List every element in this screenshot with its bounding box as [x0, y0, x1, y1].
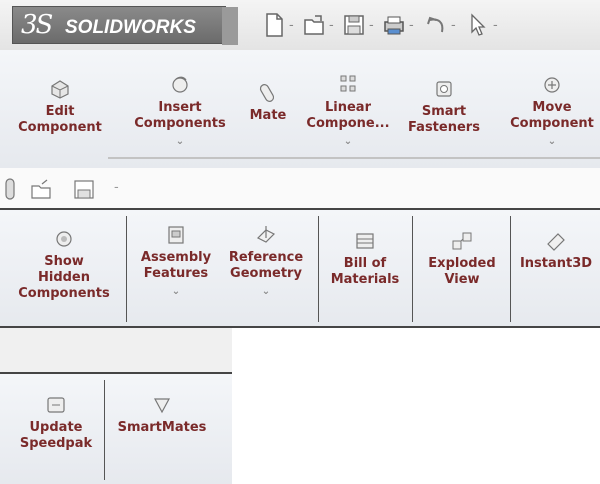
smart-fasteners-icon: [436, 81, 452, 97]
linear-component-dropdown[interactable]: ⌄: [302, 134, 394, 150]
reference-geometry-button[interactable]: Reference Geometry ⌄: [220, 224, 312, 300]
dropdown-arrow[interactable]: -: [114, 180, 119, 195]
assembly-features-icon: [168, 226, 184, 244]
smart-fasteners-label: Smart Fasteners: [408, 104, 480, 135]
open-file-icon: [304, 15, 324, 35]
new-document-icon: [266, 13, 283, 37]
solidworks-logo-text: SOLIDWORKS: [65, 17, 196, 38]
smart-fasteners-button[interactable]: Smart Fasteners: [406, 78, 482, 136]
assembly-features-label: Assembly Features: [140, 250, 212, 281]
open-folder-icon[interactable]: [30, 178, 54, 200]
reference-geometry-icon: [256, 226, 276, 243]
menu-expand-handle[interactable]: [222, 7, 238, 45]
separator: [104, 380, 105, 480]
reference-geometry-label: Reference Geometry: [228, 250, 304, 281]
open-file-button[interactable]: -: [302, 10, 334, 40]
separator: [126, 216, 127, 322]
dropdown-arrow[interactable]: -: [329, 18, 334, 33]
show-hidden-components-button[interactable]: Show Hidden Components: [8, 228, 120, 302]
bill-of-materials-icon: [356, 233, 374, 249]
assembly-commandmanager-row-2: Show Hidden Components Assembly Features…: [0, 210, 600, 328]
save-icon[interactable]: [72, 178, 96, 200]
move-component-label: Move Component: [510, 100, 594, 131]
update-speedpak-button[interactable]: Update Speedpak: [10, 394, 102, 452]
linear-component-pattern-label: Linear Compone...: [306, 100, 390, 131]
assembly-features-dropdown[interactable]: ⌄: [128, 284, 224, 300]
select-arrow-icon: [471, 13, 486, 36]
undo-icon: [427, 16, 444, 33]
linear-component-pattern-button[interactable]: Linear Compone... ⌄: [302, 74, 394, 150]
ribbon-blank-strip: [0, 328, 232, 372]
mate-icon: [259, 84, 275, 102]
title-bar: 3S SOLIDWORKS - - - - - -: [0, 0, 600, 50]
show-hidden-components-icon: [56, 231, 72, 247]
paperclip-icon[interactable]: [4, 178, 16, 200]
assembly-commandmanager-row: Edit Component Insert Components ⌄ Mate …: [0, 50, 600, 168]
edit-component-button[interactable]: Edit Component: [12, 78, 108, 136]
save-icon: [344, 15, 364, 35]
assembly-features-button[interactable]: Assembly Features ⌄: [128, 224, 224, 300]
mate-button[interactable]: Mate: [240, 82, 296, 124]
new-document-button[interactable]: -: [262, 10, 294, 40]
solidworks-logo[interactable]: 3S SOLIDWORKS: [12, 6, 238, 45]
edit-component-label: Edit Component: [18, 104, 102, 135]
exploded-view-button[interactable]: Exploded View: [414, 230, 510, 288]
separator: [510, 216, 511, 322]
bill-of-materials-label: Bill of Materials: [330, 256, 400, 287]
update-speedpak-label: Update Speedpak: [19, 420, 93, 451]
mate-label: Mate: [249, 108, 287, 123]
linear-pattern-icon: [340, 75, 356, 92]
dropdown-arrow[interactable]: -: [409, 18, 414, 33]
solidworks-logo-glyph: 3S: [21, 10, 53, 40]
reference-geometry-dropdown[interactable]: ⌄: [220, 284, 312, 300]
move-component-button[interactable]: Move Component ⌄: [504, 74, 600, 150]
insert-components-button[interactable]: Insert Components ⌄: [124, 74, 236, 150]
dropdown-arrow[interactable]: -: [289, 18, 294, 33]
print-icon: [384, 16, 404, 35]
undo-button[interactable]: -: [424, 10, 456, 40]
update-speedpak-icon: [47, 397, 65, 413]
dropdown-arrow[interactable]: -: [493, 18, 498, 33]
separator: [318, 216, 319, 322]
move-component-dropdown[interactable]: ⌄: [504, 134, 600, 150]
smartmates-label: SmartMates: [117, 420, 207, 435]
insert-components-label: Insert Components: [134, 100, 226, 131]
edit-component-icon: [51, 80, 69, 99]
move-component-icon: [544, 77, 560, 93]
exploded-view-label: Exploded View: [428, 256, 496, 287]
instant3d-label: Instant3D: [519, 256, 593, 271]
smartmates-icon: [153, 398, 171, 414]
save-button[interactable]: -: [342, 10, 374, 40]
dropdown-arrow[interactable]: -: [369, 18, 374, 33]
bill-of-materials-button[interactable]: Bill of Materials: [320, 230, 410, 288]
show-hidden-components-label: Show Hidden Components: [18, 254, 110, 301]
insert-components-dropdown[interactable]: ⌄: [124, 134, 236, 150]
smartmates-button[interactable]: SmartMates: [108, 394, 216, 436]
exploded-view-icon: [452, 232, 472, 250]
insert-components-icon: [172, 76, 188, 93]
select-button[interactable]: -: [466, 10, 498, 40]
assembly-commandmanager-row-3: Update Speedpak SmartMates: [0, 374, 232, 484]
instant3d-button[interactable]: Instant3D: [512, 230, 600, 272]
dropdown-arrow[interactable]: -: [451, 18, 456, 33]
instant3d-icon: [547, 233, 565, 251]
ribbon-divider: [108, 157, 600, 159]
print-button[interactable]: -: [382, 10, 414, 40]
separator: [412, 216, 413, 322]
mini-toolbar: -: [0, 168, 600, 210]
